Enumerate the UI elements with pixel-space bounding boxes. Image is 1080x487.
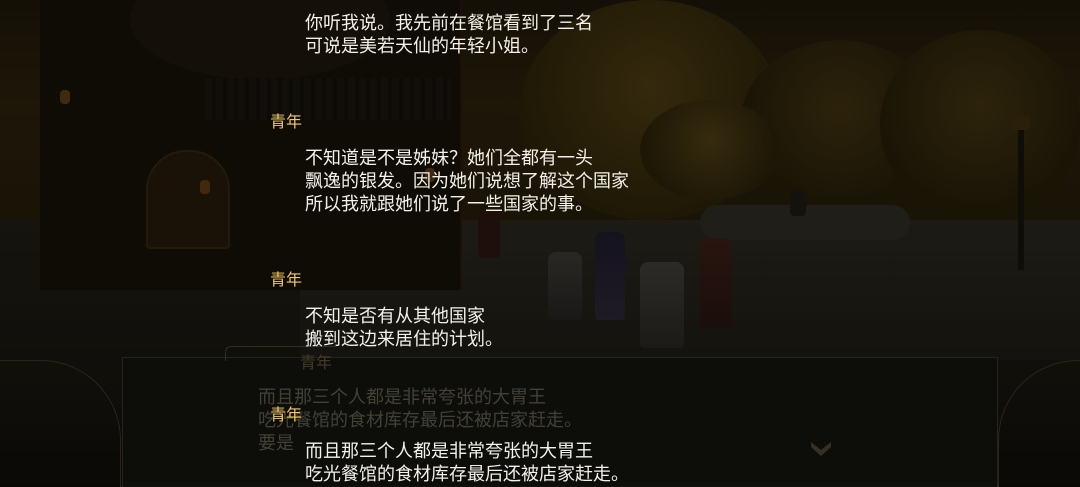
log-entry-speaker: 青年 — [270, 405, 303, 424]
log-entry-text: 而且那三个人都是非常夸张的大胃王 吃光餐馆的食材库存最后还被店家赶走。 — [305, 441, 629, 485]
log-entry-speaker: 青年 — [270, 112, 303, 131]
log-entry-speaker: 青年 — [270, 270, 303, 289]
dialogue-log[interactable]: 你听我说。我先前在餐馆看到了三名 可说是美若天仙的年轻小姐。 青年 不知道是不是… — [0, 0, 1080, 486]
log-entry-text: 你听我说。我先前在餐馆看到了三名 可说是美若天仙的年轻小姐。 — [305, 13, 593, 57]
log-entry-text: 不知是否有从其他国家 搬到这边来居住的计划。 — [305, 306, 503, 350]
log-entry-text: 不知道是不是姊妹？她们全都有一头 飘逸的银发。因为她们说想了解这个国家 所以我就… — [305, 148, 629, 215]
